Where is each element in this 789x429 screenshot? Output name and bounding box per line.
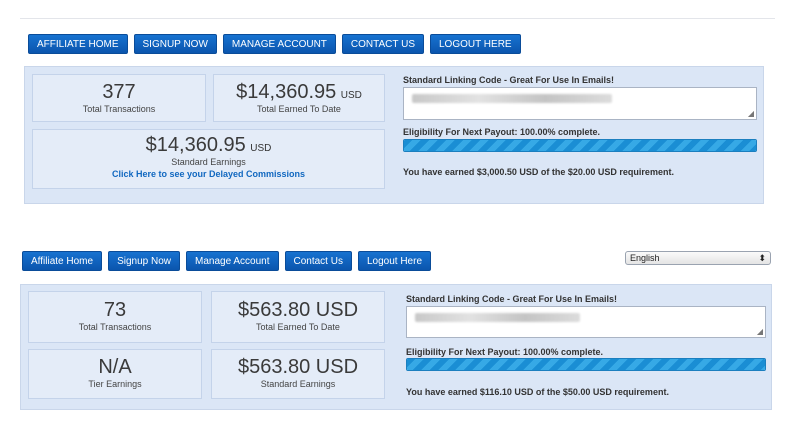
transactions-box: 73 Total Transactions xyxy=(28,291,202,343)
tier-earnings-label: Tier Earnings xyxy=(88,379,142,389)
standard-earnings-value: $563.80 USD xyxy=(237,356,359,378)
language-select[interactable]: English ⬍ xyxy=(625,251,771,265)
stats-panel-2: 73 Total Transactions $563.80 USD Total … xyxy=(20,284,772,410)
earned-message: You have earned $3,000.50 USD of the $20… xyxy=(403,167,674,177)
top-divider xyxy=(20,18,775,19)
standard-earnings-unit: USD xyxy=(250,143,272,154)
contact-us-button[interactable]: CONTACT US xyxy=(341,34,424,54)
signup-now-button[interactable]: SIGNUP NOW xyxy=(133,34,217,54)
payout-progress-bar xyxy=(403,139,757,152)
logout-button[interactable]: LOGOUT HERE xyxy=(429,34,521,54)
eligibility-label: Eligibility For Next Payout: 100.00% com… xyxy=(403,127,601,137)
tier-earnings-box: N/A Tier Earnings xyxy=(28,349,202,399)
tier-earnings-value: N/A xyxy=(98,356,132,378)
affiliate-home-button[interactable]: AFFILIATE HOME xyxy=(28,34,128,54)
transactions-label: Total Transactions xyxy=(82,104,156,114)
signup-now-button[interactable]: Signup Now xyxy=(108,251,180,271)
logout-button[interactable]: Logout Here xyxy=(357,251,432,271)
linking-code-label: Standard Linking Code - Great For Use In… xyxy=(403,75,615,85)
payout-progress-fill xyxy=(404,140,756,151)
manage-account-button[interactable]: MANAGE ACCOUNT xyxy=(222,34,336,54)
eligibility-label: Eligibility For Next Payout: 100.00% com… xyxy=(406,347,604,357)
standard-earnings-box: $14,360.95 USD Standard Earnings Click H… xyxy=(32,129,385,189)
resize-grip-icon[interactable]: ◢ xyxy=(748,110,754,118)
total-earned-label: Total Earned To Date xyxy=(256,322,340,332)
total-earned-unit: USD xyxy=(340,90,362,101)
stats-panel-1: 377 Total Transactions $14,360.95 USD To… xyxy=(24,66,764,204)
nav-bar-2: Affiliate Home Signup Now Manage Account… xyxy=(22,251,432,271)
total-earned-box: $563.80 USD Total Earned To Date xyxy=(211,291,385,343)
payout-progress-fill xyxy=(407,359,765,370)
resize-grip-icon[interactable]: ◢ xyxy=(757,328,763,336)
linking-code-textarea[interactable]: ◢ xyxy=(406,306,766,338)
linking-code-blurred xyxy=(415,313,580,322)
transactions-value: 73 xyxy=(103,299,127,321)
total-earned-value: $563.80 USD xyxy=(237,299,359,321)
transactions-value: 377 xyxy=(102,81,136,103)
select-arrows-icon: ⬍ xyxy=(758,252,766,263)
total-earned-value: $14,360.95 xyxy=(236,81,337,103)
affiliate-home-button[interactable]: Affiliate Home xyxy=(22,251,103,271)
transactions-box: 377 Total Transactions xyxy=(32,74,206,122)
standard-earnings-box: $563.80 USD Standard Earnings xyxy=(211,349,385,399)
payout-progress-bar xyxy=(406,358,766,371)
transactions-label: Total Transactions xyxy=(78,322,152,332)
standard-earnings-label: Standard Earnings xyxy=(260,379,336,389)
manage-account-button[interactable]: Manage Account xyxy=(186,251,279,271)
delayed-commissions-link[interactable]: Click Here to see your Delayed Commissio… xyxy=(33,169,384,179)
total-earned-box: $14,360.95 USD Total Earned To Date xyxy=(213,74,385,122)
earned-message: You have earned $116.10 USD of the $50.0… xyxy=(406,387,669,397)
linking-code-textarea[interactable]: ◢ xyxy=(403,87,757,120)
contact-us-button[interactable]: Contact Us xyxy=(284,251,352,271)
standard-earnings-label: Standard Earnings xyxy=(171,157,246,167)
standard-earnings-value: $14,360.95 xyxy=(145,134,246,156)
language-value: English xyxy=(630,253,660,263)
linking-code-blurred xyxy=(412,94,612,103)
linking-code-label: Standard Linking Code - Great For Use In… xyxy=(406,294,618,304)
nav-bar-1: AFFILIATE HOME SIGNUP NOW MANAGE ACCOUNT… xyxy=(28,34,521,54)
total-earned-label: Total Earned To Date xyxy=(257,104,341,114)
